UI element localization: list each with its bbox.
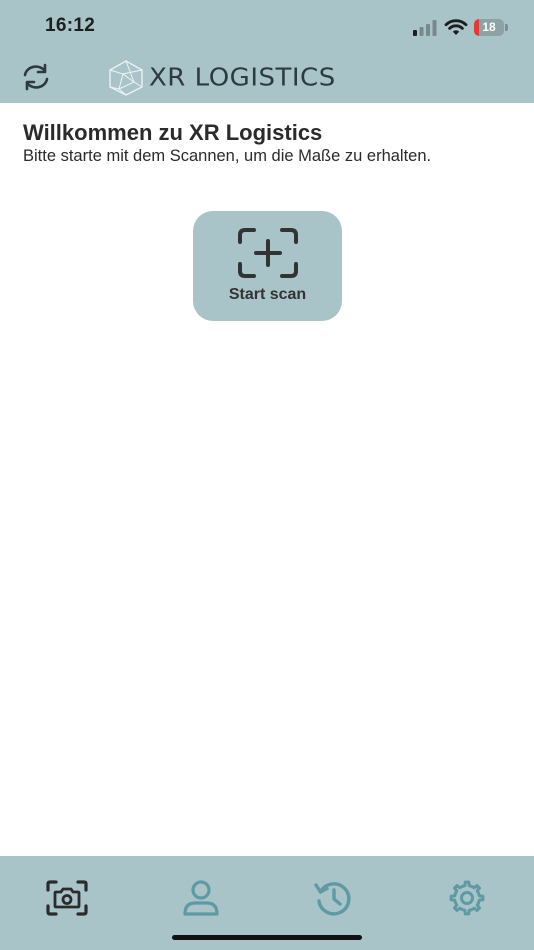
tab-history[interactable] [310,876,358,920]
start-scan-label: Start scan [228,286,307,303]
page-title: Willkommen zu XR Logistics [23,120,323,145]
camera-scan-icon [46,880,88,916]
settings-gear-icon [449,880,485,916]
battery-icon: 18 [474,19,508,36]
wifi-icon [444,19,468,35]
history-icon [314,882,351,916]
tab-scan[interactable] [43,876,91,920]
start-scan-button[interactable]: Start scan [193,211,342,321]
app-logo: XR LOGISTICS [107,59,336,97]
status-time: 16:12 [45,15,96,36]
scan-add-icon [238,228,298,278]
tab-profile[interactable] [177,876,225,920]
logo-text: XR LOGISTICS [149,63,336,93]
polyhedron-logo-icon [109,60,143,96]
battery-level: 18 [482,20,496,34]
page-subtitle: Bitte starte mit dem Scannen, um die Maß… [23,147,432,165]
tab-settings[interactable] [443,876,491,920]
refresh-icon[interactable] [20,62,52,92]
bottom-tab-bar [0,856,534,950]
user-icon [183,880,219,916]
home-indicator [172,935,362,940]
signal-icon [413,20,437,36]
app-header: 16:12 18 XR LOGISTICS [0,0,534,103]
